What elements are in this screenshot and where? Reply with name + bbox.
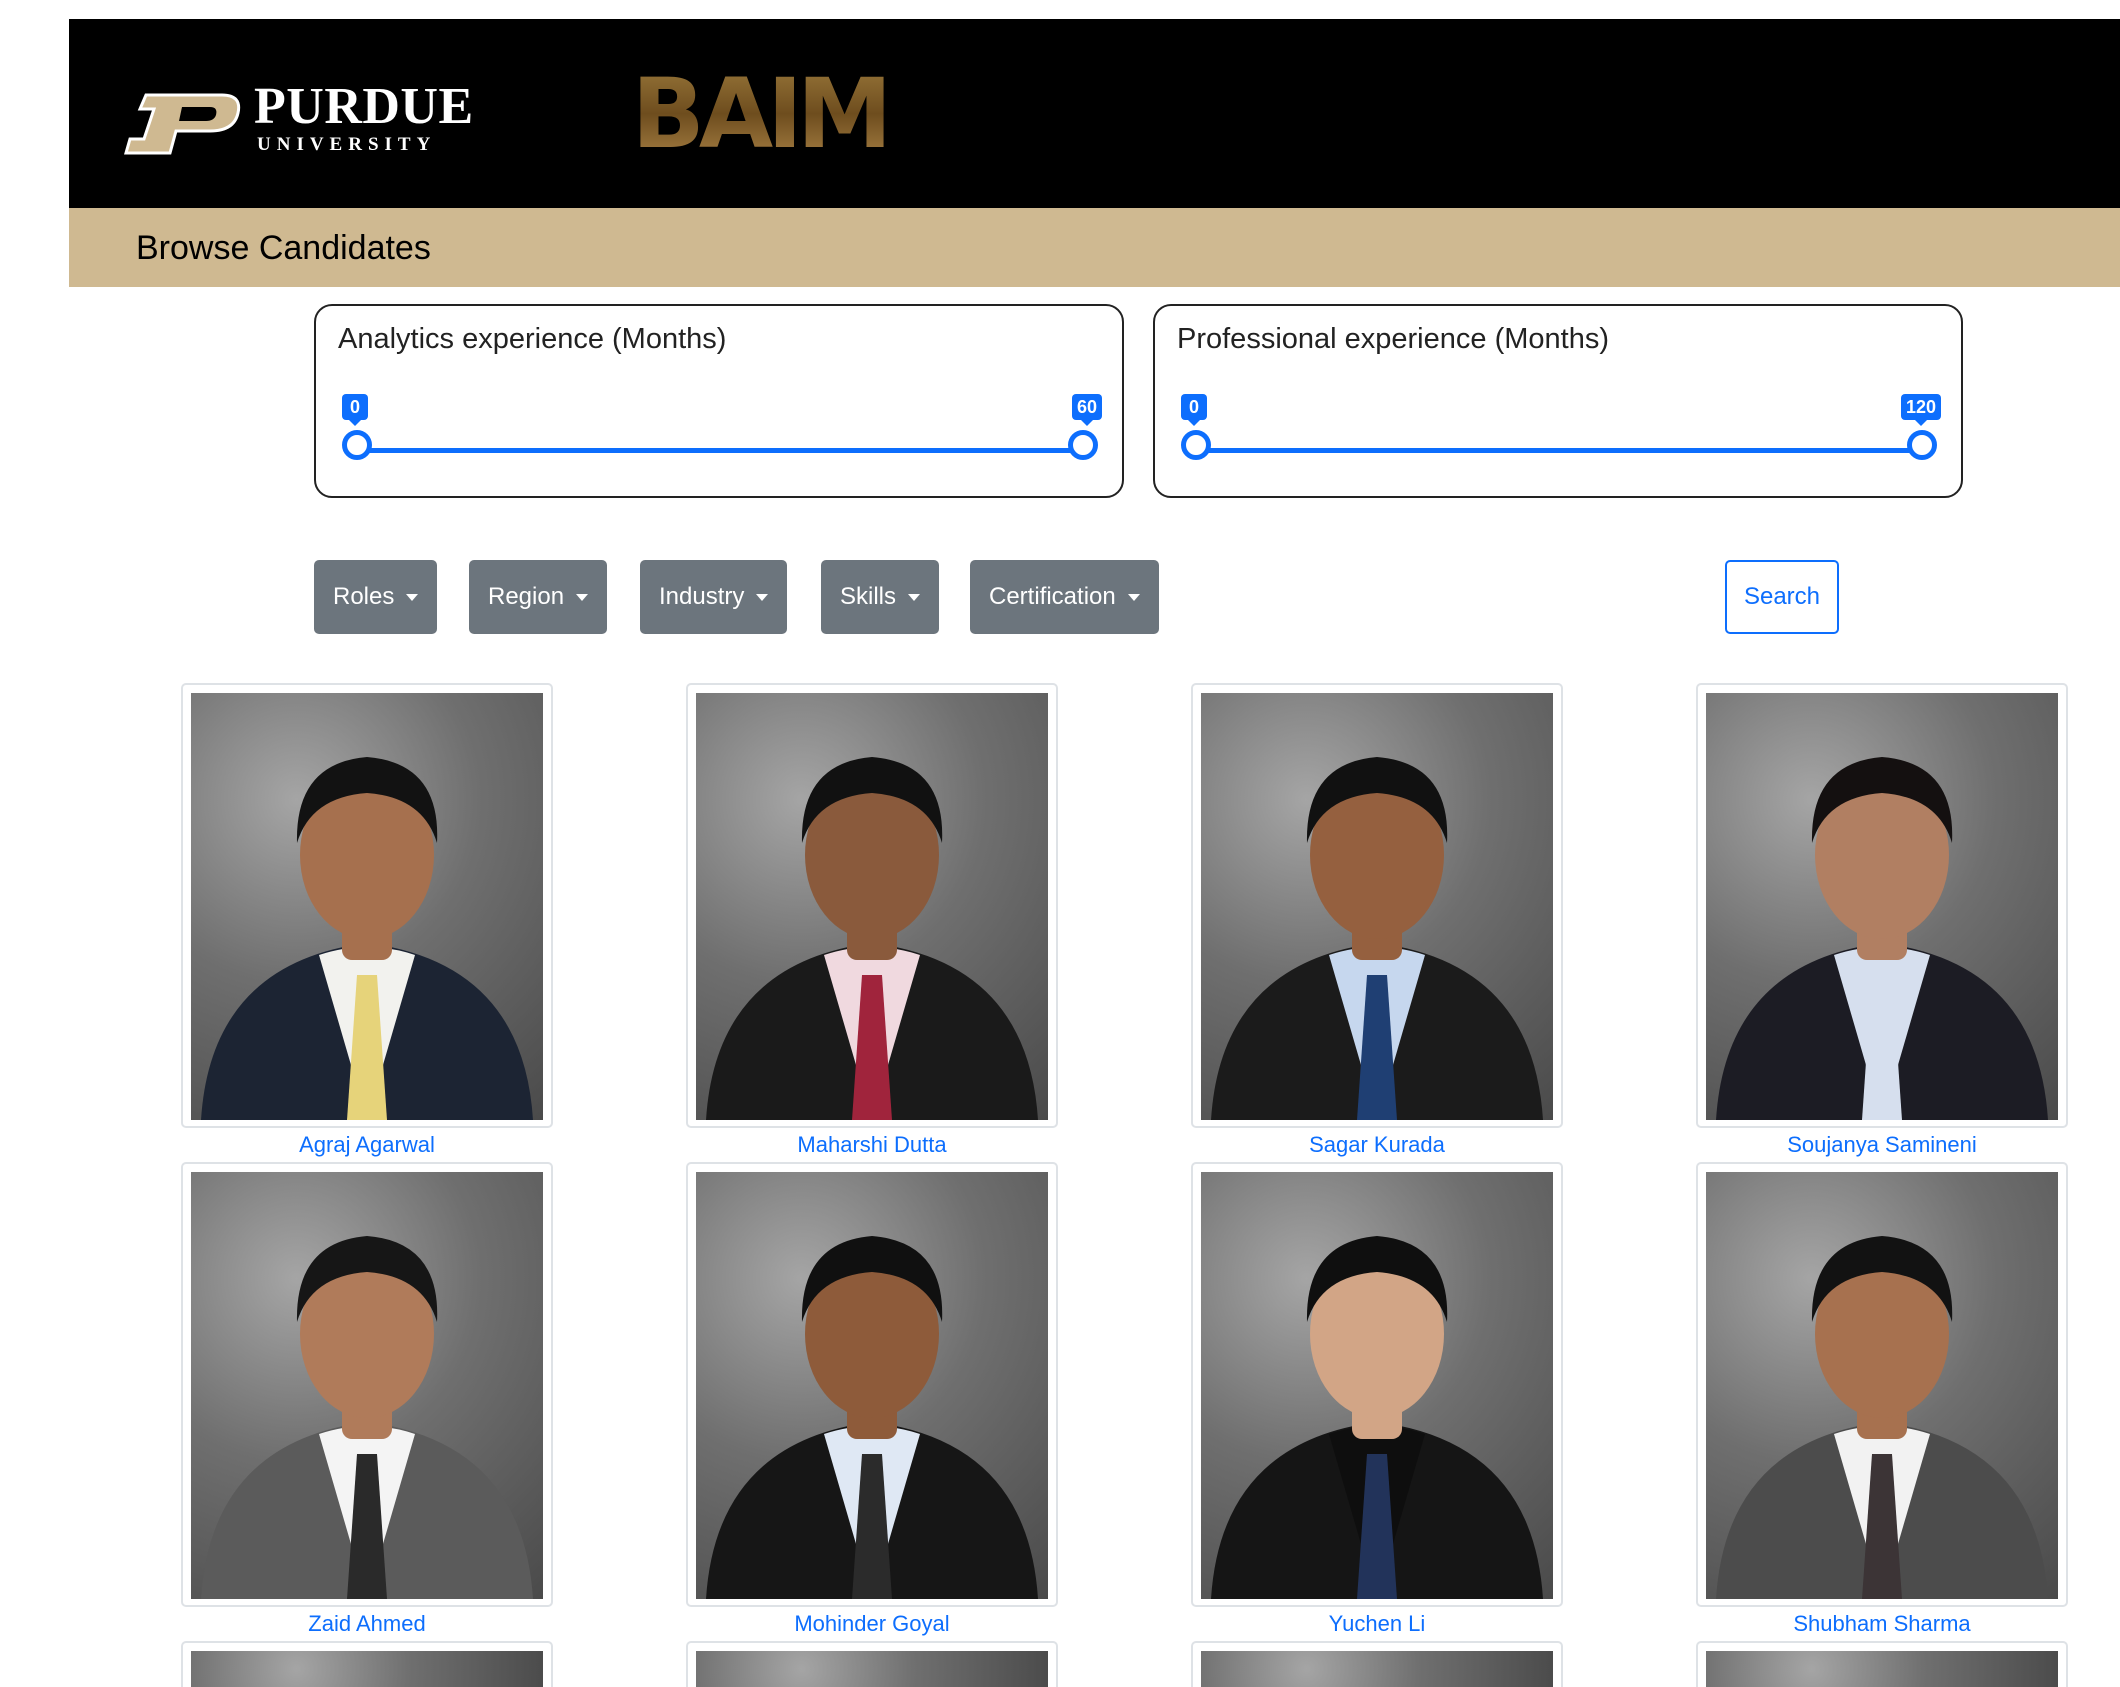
- candidate-photo: [191, 1651, 543, 1687]
- candidate-photo: [696, 1651, 1048, 1687]
- portrait-photo: [1211, 757, 1543, 1120]
- candidate-name-link[interactable]: Soujanya Samineni: [1696, 1132, 2068, 1158]
- range-track[interactable]: [357, 448, 1083, 453]
- portrait-photo: [1716, 1236, 2048, 1599]
- page-title: Browse Candidates: [136, 229, 431, 267]
- candidate-photo-frame[interactable]: [181, 1162, 553, 1607]
- candidate-photo: [1201, 1172, 1553, 1599]
- caret-down-icon: [908, 594, 921, 602]
- portrait-photo: [706, 1236, 1038, 1599]
- candidate-photo-frame[interactable]: [181, 683, 553, 1128]
- candidate-photo-frame[interactable]: [1191, 1162, 1563, 1607]
- range-label: Professional experience (Months): [1177, 323, 1609, 355]
- candidate-photo: [1706, 1651, 2058, 1687]
- portrait-photo: [706, 757, 1038, 1120]
- top-header: PURDUE UNIVERSITY BAIM: [69, 19, 2120, 208]
- candidate-name-link[interactable]: Shubham Sharma: [1696, 1611, 2068, 1637]
- portrait-photo: [1211, 1236, 1543, 1599]
- range-track[interactable]: [1196, 448, 1922, 453]
- caret-down-icon: [756, 594, 769, 602]
- portrait-photo: [1716, 757, 2048, 1120]
- professional-experience-filter: Professional experience (Months) 0 120: [1153, 304, 1963, 498]
- candidate-photo-frame[interactable]: [1191, 1641, 1563, 1687]
- certification-dropdown[interactable]: Certification: [970, 560, 1159, 634]
- portrait-photo: [201, 1236, 533, 1599]
- candidate-photo-frame[interactable]: [181, 1641, 553, 1687]
- range-max-handle[interactable]: [1068, 430, 1098, 460]
- candidate-photo: [1201, 693, 1553, 1120]
- candidate-photo: [696, 1172, 1048, 1599]
- candidate-photo-frame[interactable]: [1696, 1162, 2068, 1607]
- dropdown-label: Certification: [989, 583, 1116, 610]
- candidate-name-link[interactable]: Zaid Ahmed: [181, 1611, 553, 1637]
- candidate-name-link[interactable]: Maharshi Dutta: [686, 1132, 1058, 1158]
- candidate-photo: [696, 693, 1048, 1120]
- range-min-value: 0: [342, 394, 368, 426]
- candidate-photo-frame[interactable]: [686, 1162, 1058, 1607]
- candidate-name-link[interactable]: Yuchen Li: [1191, 1611, 1563, 1637]
- candidate-photo: [191, 693, 543, 1120]
- candidate-photo-frame[interactable]: [1696, 683, 2068, 1128]
- caret-down-icon: [406, 594, 419, 602]
- dropdown-label: Skills: [840, 583, 897, 610]
- candidate-photo-frame[interactable]: [1696, 1641, 2068, 1687]
- purdue-logo[interactable]: PURDUE UNIVERSITY: [124, 71, 484, 161]
- range-max-value: 120: [1900, 394, 1941, 426]
- search-button[interactable]: Search: [1725, 560, 1839, 634]
- title-bar: Browse Candidates: [69, 208, 2120, 287]
- range-min-value: 0: [1181, 394, 1207, 426]
- roles-dropdown[interactable]: Roles: [314, 560, 438, 634]
- range-max-value: 60: [1071, 394, 1102, 426]
- region-dropdown[interactable]: Region: [469, 560, 608, 634]
- purdue-p-mark-icon: [124, 93, 241, 155]
- dropdown-label: Industry: [659, 583, 745, 610]
- candidate-photo: [1201, 1651, 1553, 1687]
- candidate-photo: [1706, 1172, 2058, 1599]
- dropdown-label: Region: [488, 583, 565, 610]
- range-max-handle[interactable]: [1907, 430, 1937, 460]
- candidate-photo: [1706, 693, 2058, 1120]
- candidate-name-link[interactable]: Sagar Kurada: [1191, 1132, 1563, 1158]
- candidate-photo-frame[interactable]: [1191, 683, 1563, 1128]
- range-min-handle[interactable]: [1181, 430, 1211, 460]
- industry-dropdown[interactable]: Industry: [640, 560, 788, 634]
- baim-text: BAIM: [632, 61, 887, 161]
- candidate-photo: [191, 1172, 543, 1599]
- portrait-photo: [201, 757, 533, 1120]
- skills-dropdown[interactable]: Skills: [821, 560, 940, 634]
- candidate-name-link[interactable]: Mohinder Goyal: [686, 1611, 1058, 1637]
- baim-logo[interactable]: BAIM: [599, 61, 919, 161]
- caret-down-icon: [1127, 594, 1140, 602]
- app-viewport: PURDUE UNIVERSITY BAIM Browse Candidates…: [69, 19, 2120, 1687]
- range-label: Analytics experience (Months): [338, 323, 727, 355]
- purdue-university-text: UNIVERSITY: [257, 134, 437, 155]
- range-min-handle[interactable]: [342, 430, 372, 460]
- candidate-photo-frame[interactable]: [686, 1641, 1058, 1687]
- analytics-experience-filter: Analytics experience (Months) 0 60: [314, 304, 1124, 498]
- candidate-name-link[interactable]: Agraj Agarwal: [181, 1132, 553, 1158]
- dropdown-label: Roles: [333, 583, 395, 610]
- caret-down-icon: [576, 594, 589, 602]
- purdue-wordmark: PURDUE: [254, 78, 474, 135]
- candidate-photo-frame[interactable]: [686, 683, 1058, 1128]
